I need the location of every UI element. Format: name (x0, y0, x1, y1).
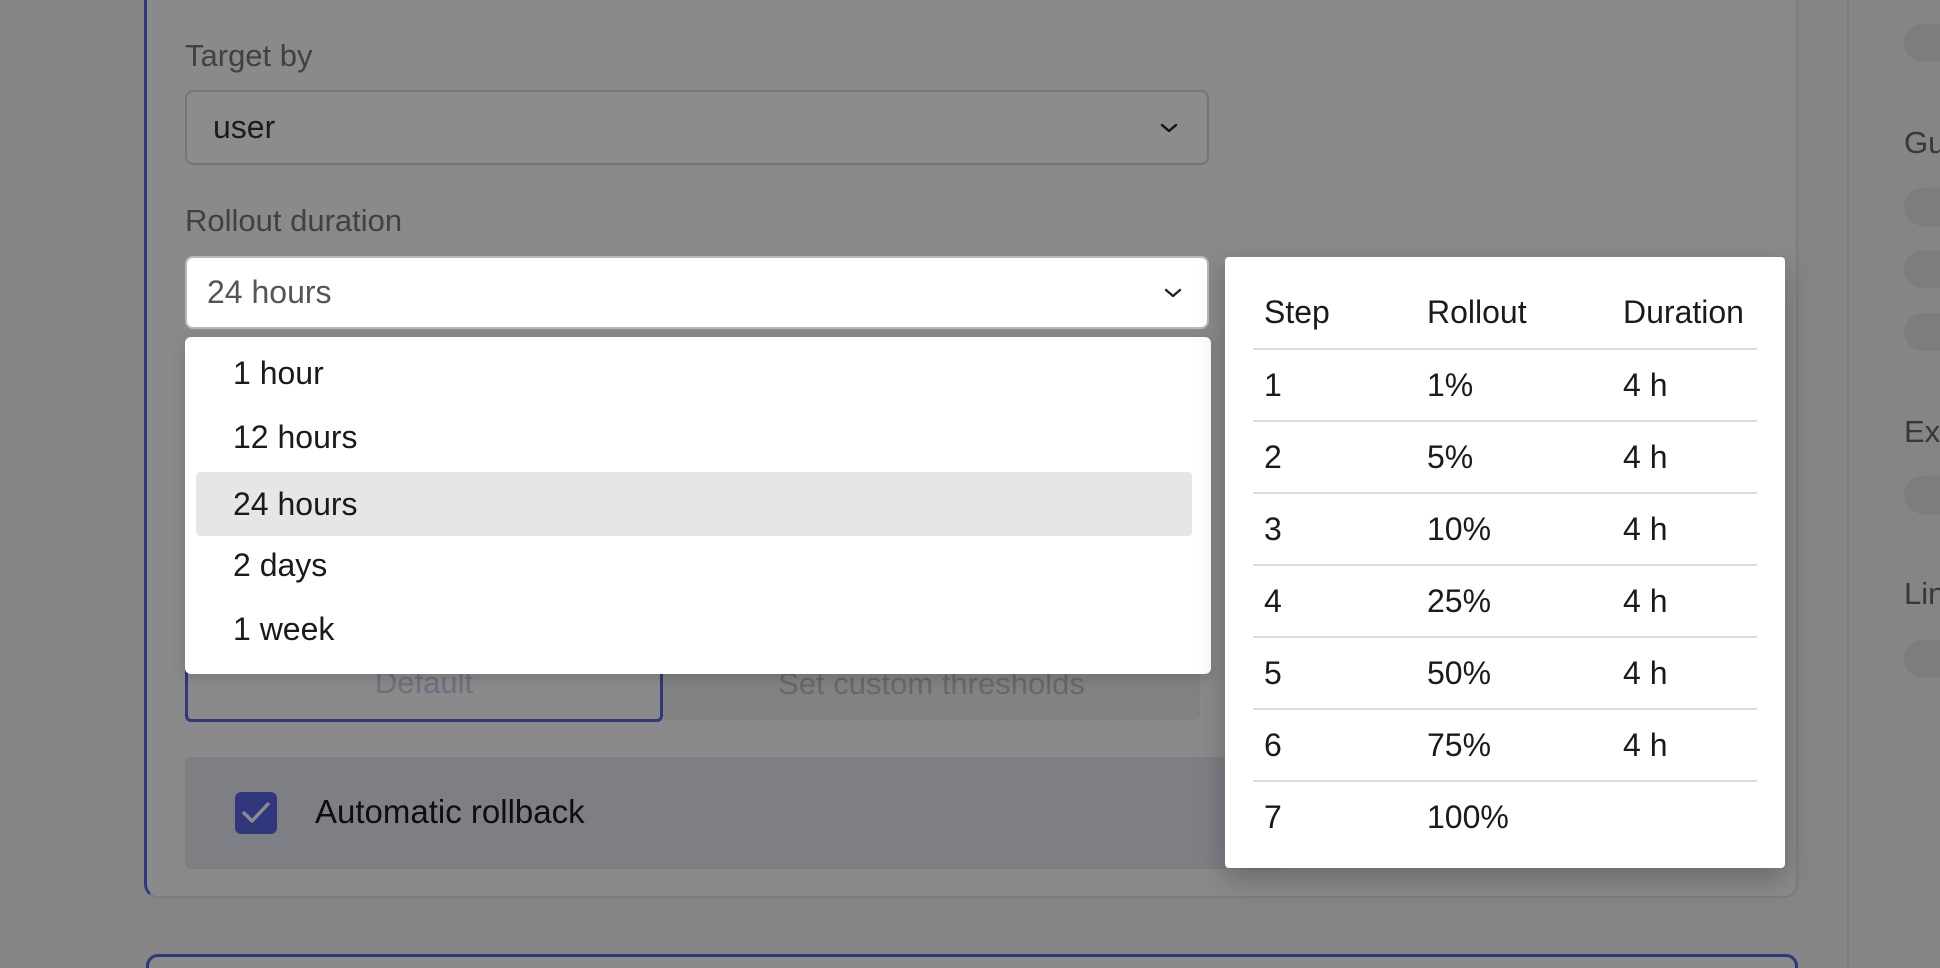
option-label: 12 hours (233, 418, 358, 455)
step-cell: 7 (1264, 799, 1282, 835)
rollout-cell: 50% (1416, 637, 1612, 710)
duration-cell: 4 h (1612, 637, 1757, 710)
dropdown-option[interactable]: 1 hour (196, 341, 1192, 405)
step-cell: 2 (1253, 421, 1416, 494)
rollout-duration-dropdown: 1 hour 12 hours 24 hours 2 days 1 week (185, 337, 1211, 674)
table-row: 5 50% 4 h (1253, 637, 1757, 710)
duration-cell: 4 h (1612, 349, 1757, 422)
rollout-steps-table: Step Rollout Duration 1 1% 4 h 2 5% 4 h … (1253, 277, 1757, 853)
duration-cell: 4 h (1612, 565, 1757, 638)
dropdown-option[interactable]: 2 days (196, 533, 1192, 597)
table-row: 6 75% 4 h (1253, 709, 1757, 782)
step-cell: 3 (1253, 493, 1416, 566)
dropdown-option-selected[interactable]: 24 hours (196, 472, 1192, 536)
rollout-cell: 5% (1416, 421, 1612, 494)
option-label: 1 hour (233, 354, 324, 391)
step-cell: 4 (1253, 565, 1416, 638)
rollout-steps-panel: Step Rollout Duration 1 1% 4 h 2 5% 4 h … (1225, 257, 1785, 868)
step-cell: 6 (1253, 709, 1416, 782)
rollout-cell: 75% (1416, 709, 1612, 782)
option-label: 2 days (233, 546, 328, 583)
step-cell: 5 (1253, 637, 1416, 710)
duration-cell (1612, 781, 1757, 853)
dropdown-option[interactable]: 1 week (196, 597, 1192, 661)
duration-cell: 4 h (1612, 709, 1757, 782)
rollout-cell: 25% (1416, 565, 1612, 638)
rollout-duration-value: 24 hours (207, 274, 332, 310)
option-label: 24 hours (233, 485, 358, 522)
rollout-cell: 1% (1416, 349, 1612, 422)
table-row: 3 10% 4 h (1253, 493, 1757, 566)
table-row: 1 1% 4 h (1253, 349, 1757, 422)
page: Target by user Rollout duration Default … (0, 0, 1940, 968)
dropdown-option[interactable]: 12 hours (196, 405, 1192, 469)
column-header-rollout: Rollout (1416, 277, 1612, 350)
table-header-row: Step Rollout Duration (1253, 277, 1757, 350)
column-header-step: Step (1253, 277, 1416, 350)
option-label: 1 week (233, 610, 335, 647)
duration-cell: 4 h (1612, 493, 1757, 566)
column-header-duration: Duration (1612, 277, 1757, 350)
step-cell: 1 (1253, 349, 1416, 422)
table-row: 4 25% 4 h (1253, 565, 1757, 638)
table-row: 2 5% 4 h (1253, 421, 1757, 494)
table-row: 7 100% (1253, 781, 1757, 853)
duration-cell: 4 h (1612, 421, 1757, 494)
chevron-down-icon (1163, 283, 1183, 303)
rollout-duration-select[interactable]: 24 hours (185, 256, 1209, 329)
rollout-cell: 10% (1416, 493, 1612, 566)
rollout-cell: 100% (1427, 799, 1509, 835)
